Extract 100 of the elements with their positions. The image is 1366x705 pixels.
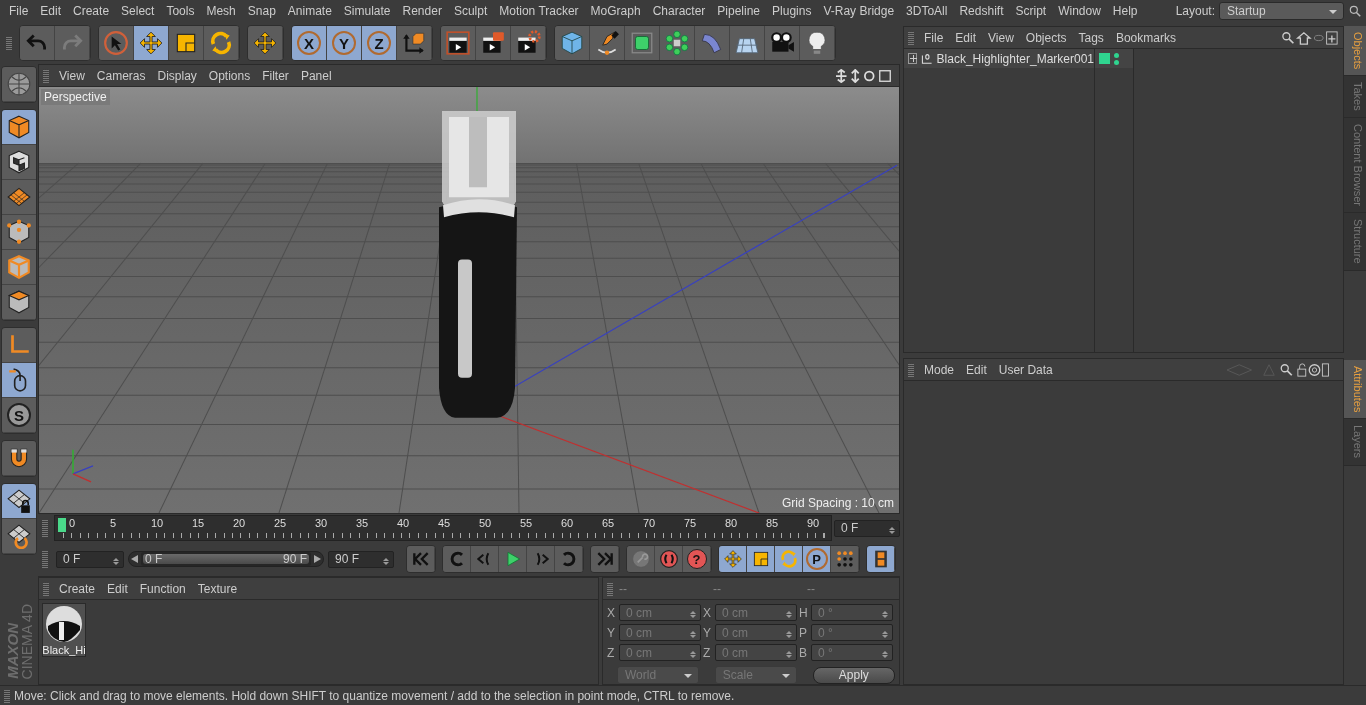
viewport-menu-item[interactable]: Filter: [256, 68, 295, 83]
prev-key-button[interactable]: [443, 546, 471, 572]
start-frame-field[interactable]: 0 F: [56, 550, 124, 568]
object-menu-item[interactable]: Objects: [1019, 30, 1073, 45]
menu-item[interactable]: Snap: [241, 4, 282, 18]
menu-item[interactable]: Pipeline: [711, 4, 767, 18]
next-key-button[interactable]: [555, 546, 583, 572]
expand-toggle-icon[interactable]: [908, 53, 918, 64]
menu-item[interactable]: Plugins: [766, 4, 818, 18]
bend-tool-button[interactable]: [695, 26, 730, 60]
play-button[interactable]: [499, 546, 527, 572]
menu-item[interactable]: Tools: [160, 4, 201, 18]
menu-item[interactable]: Create: [67, 4, 116, 18]
edges-mode-button[interactable]: [2, 250, 36, 285]
plane-lock-mode-button[interactable]: [2, 484, 36, 519]
go-start-button[interactable]: [407, 546, 435, 572]
end-frame-field[interactable]: 90 F: [328, 550, 394, 568]
object-menu-item[interactable]: Bookmarks: [1109, 30, 1182, 45]
subdiv-tool-button[interactable]: [625, 26, 660, 60]
light-tool-button[interactable]: [800, 26, 835, 60]
move-tool-button[interactable]: [134, 26, 169, 60]
menu-item[interactable]: Character: [646, 4, 712, 18]
object-menu-item[interactable]: Tags: [1072, 30, 1110, 45]
side-tab[interactable]: Attributes: [1344, 360, 1366, 420]
object-menu-item[interactable]: Edit: [949, 30, 983, 45]
menu-item[interactable]: Simulate: [337, 4, 397, 18]
menu-item[interactable]: Animate: [281, 4, 338, 18]
viewport-menu-item[interactable]: Display: [151, 68, 203, 83]
texture-mode-button[interactable]: [2, 145, 36, 180]
pen-tool-button[interactable]: [590, 26, 625, 60]
cloner-tool-button[interactable]: [660, 26, 695, 60]
keyframe-button[interactable]: [627, 546, 655, 572]
go-end-button[interactable]: [591, 546, 619, 572]
viewport-menu-item[interactable]: Panel: [294, 68, 338, 83]
material-menu-item[interactable]: Texture: [191, 581, 244, 596]
magnet-mode-button[interactable]: [2, 441, 36, 476]
material-menu-item[interactable]: Function: [133, 581, 192, 596]
menu-item[interactable]: Help: [1106, 4, 1144, 18]
attribute-menu-item[interactable]: Mode: [918, 362, 961, 377]
menu-item[interactable]: MoGraph: [584, 4, 647, 18]
object-menu-item[interactable]: File: [918, 30, 950, 45]
search-icon[interactable]: [1348, 4, 1362, 18]
editable-mode-button[interactable]: [2, 67, 36, 102]
prev-frame-button[interactable]: [471, 546, 499, 572]
manager-tools-icon[interactable]: [1281, 30, 1339, 45]
next-frame-button[interactable]: [527, 546, 555, 572]
menu-item[interactable]: Select: [115, 4, 161, 18]
menu-item[interactable]: Script: [1009, 4, 1053, 18]
menu-item[interactable]: V-Ray Bridge: [817, 4, 901, 18]
side-tab[interactable]: Objects: [1344, 26, 1366, 77]
coords-tool-button[interactable]: [397, 26, 432, 60]
param-button[interactable]: P: [803, 546, 831, 572]
material-menu-item[interactable]: Create: [53, 581, 102, 596]
polygons-mode-button[interactable]: [2, 285, 36, 320]
rotate-tool-button[interactable]: [204, 26, 239, 60]
viewport-scene[interactable]: [39, 87, 899, 513]
attribute-menu-item[interactable]: Edit: [960, 362, 993, 377]
playhead-marker[interactable]: [58, 518, 66, 532]
dots-button[interactable]: [831, 546, 859, 572]
menu-item[interactable]: Sculpt: [447, 4, 494, 18]
cube-tool-button[interactable]: [555, 26, 590, 60]
layer-color-swatch[interactable]: [1099, 53, 1110, 64]
render-settings-tool-button[interactable]: [511, 26, 546, 60]
model-mode-button[interactable]: [2, 110, 36, 145]
viewport-menu-item[interactable]: Cameras: [90, 68, 152, 83]
material-swatch[interactable]: Black_Hi: [42, 603, 86, 657]
menu-item[interactable]: Mesh: [200, 4, 242, 18]
tweak-mode-button[interactable]: [2, 363, 36, 398]
undo-tool-button[interactable]: [20, 26, 55, 60]
points-mode-button[interactable]: [2, 215, 36, 250]
timeline-ruler[interactable]: 0 5 10 15 20 25 30 35 40 45 50 55 60 65 70 75 80 85 90: [54, 515, 832, 541]
menu-item[interactable]: Window: [1052, 4, 1107, 18]
axis-lock-button[interactable]: X: [292, 26, 327, 60]
axis-lock-button[interactable]: Z: [362, 26, 397, 60]
render-view-tool-button[interactable]: [441, 26, 476, 60]
floor-tool-button[interactable]: [730, 26, 765, 60]
scale-tool-button[interactable]: [169, 26, 204, 60]
object-menu-item[interactable]: View: [982, 30, 1020, 45]
menu-item[interactable]: Motion Tracker: [493, 4, 585, 18]
menu-item[interactable]: 3DToAll: [900, 4, 954, 18]
layout-dropdown[interactable]: Startup: [1219, 2, 1344, 20]
material-menu-item[interactable]: Edit: [101, 581, 134, 596]
viewport-menu-item[interactable]: View: [53, 68, 91, 83]
menu-item[interactable]: Render: [396, 4, 448, 18]
film-button[interactable]: [867, 546, 895, 572]
range-start-handle-icon[interactable]: [131, 555, 139, 563]
viewport-menu-item[interactable]: Options: [202, 68, 257, 83]
menu-item[interactable]: Redshift: [953, 4, 1010, 18]
axis-lock-button[interactable]: Y: [327, 26, 362, 60]
rotate-button[interactable]: [775, 546, 803, 572]
apply-button[interactable]: Apply: [812, 666, 895, 684]
scale-button[interactable]: [747, 546, 775, 572]
help-button[interactable]: ?: [683, 546, 711, 572]
camera-label[interactable]: Perspective: [41, 89, 110, 105]
plane-align-mode-button[interactable]: [2, 519, 36, 554]
attribute-menu-item[interactable]: User Data: [992, 362, 1059, 377]
object-row[interactable]: Black_Highlighter_Marker001: [904, 49, 1094, 68]
menu-item[interactable]: Edit: [34, 4, 68, 18]
render-viewer-tool-button[interactable]: [476, 26, 511, 60]
current-frame-field[interactable]: 0 F: [834, 519, 900, 537]
